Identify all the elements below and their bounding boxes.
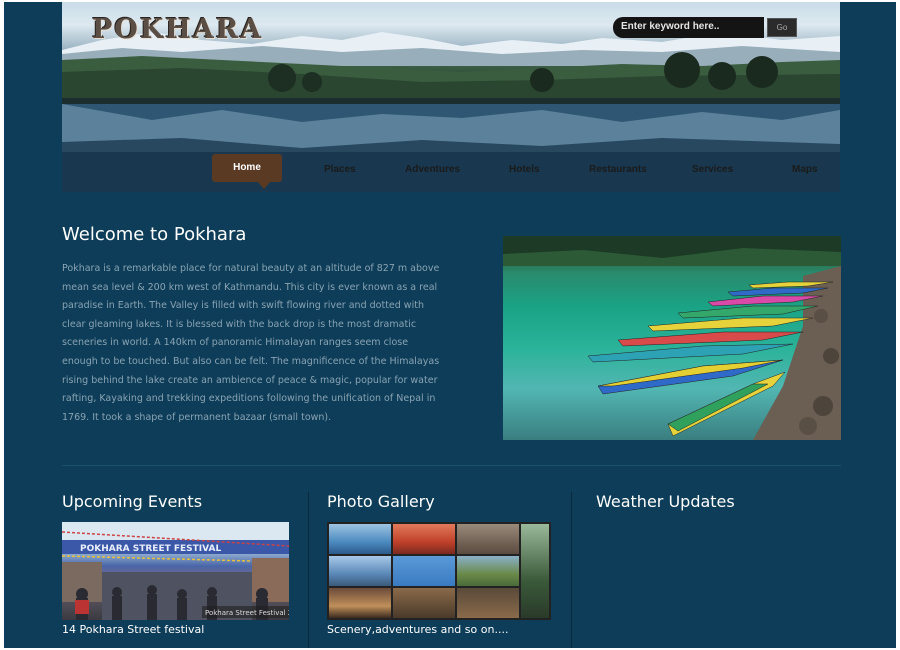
photo-gallery-heading: Photo Gallery <box>327 492 435 511</box>
main-nav: Home Places Adventures Hotels Restaurant… <box>62 154 840 192</box>
nav-item-hotels[interactable]: Hotels <box>509 164 540 175</box>
section-divider <box>62 465 841 466</box>
boats-on-lake-photo <box>503 236 841 440</box>
gallery-thumb[interactable] <box>457 588 519 618</box>
gallery-caption-link[interactable]: Scenery,adventures and so on.... <box>327 623 508 636</box>
gallery-thumb[interactable] <box>393 588 455 618</box>
gallery-thumb[interactable] <box>521 524 549 618</box>
gallery-thumb[interactable] <box>329 524 391 554</box>
gallery-thumb[interactable] <box>329 588 391 618</box>
nav-item-maps[interactable]: Maps <box>792 164 818 175</box>
street-festival-photo[interactable]: POKHARA STREET FESTIVAL Pokhara Street F… <box>62 522 289 620</box>
search-input[interactable]: Enter keyword here.. <box>613 17 764 38</box>
festival-banner-text: Pokhara Street Festival 2012/13 <box>205 609 289 617</box>
nav-item-home[interactable]: Home <box>212 154 282 182</box>
nav-item-adventures[interactable]: Adventures <box>405 164 460 175</box>
gallery-thumb[interactable] <box>393 556 455 586</box>
nav-item-restaurants[interactable]: Restaurants <box>589 164 647 175</box>
gallery-thumb[interactable] <box>329 556 391 586</box>
gallery-thumb[interactable] <box>393 524 455 554</box>
upcoming-events-heading: Upcoming Events <box>62 492 203 511</box>
weather-updates-heading: Weather Updates <box>596 492 735 511</box>
header-banner: POKHARA Enter keyword here.. Go Home Pla… <box>62 2 840 192</box>
photo-gallery-grid <box>327 522 551 620</box>
search-button[interactable]: Go <box>767 18 797 37</box>
nav-item-services[interactable]: Services <box>692 164 733 175</box>
welcome-heading: Welcome to Pokhara <box>62 224 247 245</box>
column-separator <box>308 492 309 648</box>
gallery-thumb[interactable] <box>457 556 519 586</box>
nav-item-places[interactable]: Places <box>324 164 356 175</box>
event-caption-link[interactable]: 14 Pokhara Street festival <box>62 623 204 636</box>
svg-text:POKHARA STREET FESTIVAL: POKHARA STREET FESTIVAL <box>80 544 221 554</box>
active-tab-pointer-icon <box>258 182 270 189</box>
column-separator <box>571 492 572 648</box>
page-frame: POKHARA Enter keyword here.. Go Home Pla… <box>4 2 896 648</box>
gallery-thumb[interactable] <box>457 524 519 554</box>
welcome-paragraph: Pokhara is a remarkable place for natura… <box>62 263 440 423</box>
site-logo-title[interactable]: POKHARA <box>92 14 263 45</box>
